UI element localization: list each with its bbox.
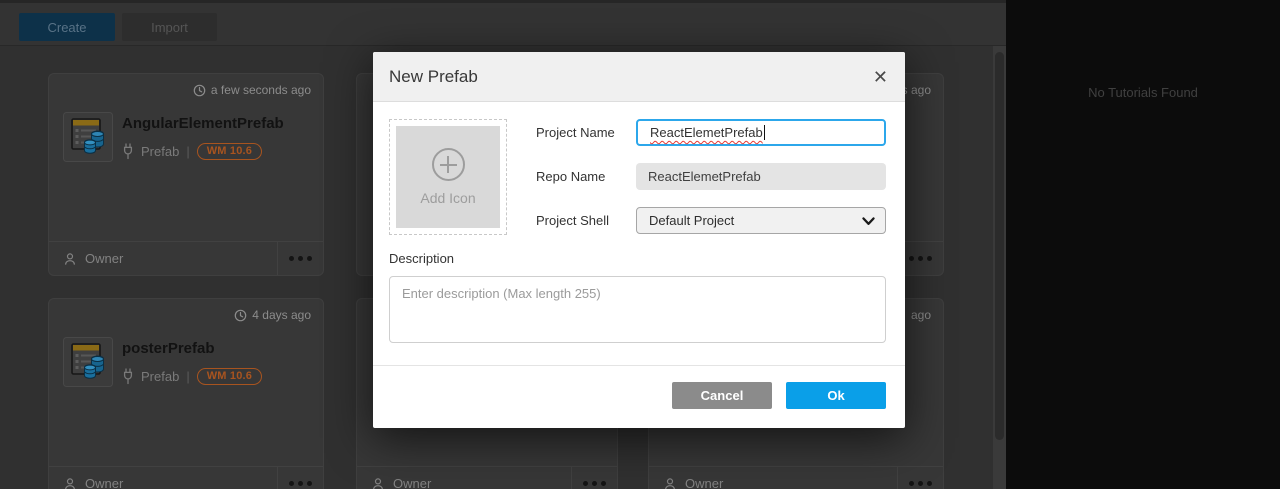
owner-label: Owner	[357, 467, 572, 489]
add-icon-dropzone[interactable]: Add Icon	[389, 119, 507, 235]
card-timestamp: ago	[911, 308, 931, 322]
close-icon[interactable]: ✕	[873, 68, 888, 86]
person-icon	[371, 477, 385, 489]
project-shell-label: Project Shell	[536, 213, 636, 228]
scrollbar-thumb[interactable]	[995, 52, 1004, 440]
more-options-icon[interactable]	[898, 467, 943, 489]
person-icon	[63, 477, 77, 489]
card-title: posterPrefab	[122, 340, 262, 357]
repo-name-value: ReactElemetPrefab	[648, 169, 761, 184]
owner-label: Owner	[649, 467, 898, 489]
timestamp-text: 4 days ago	[252, 308, 311, 322]
new-prefab-dialog: New Prefab ✕ Add Icon Project Name React…	[373, 52, 905, 428]
project-name-label: Project Name	[536, 125, 636, 140]
dialog-title: New Prefab	[389, 67, 478, 87]
prefab-card[interactable]: a few seconds ago AngularElementPrefab P…	[48, 73, 324, 276]
meta-divider: |	[186, 369, 189, 384]
plug-icon	[122, 368, 134, 385]
tutorials-panel: No Tutorials Found	[1006, 0, 1280, 489]
project-name-value: ReactElemetPrefab	[650, 125, 763, 140]
repo-name-input: ReactElemetPrefab	[636, 163, 886, 190]
card-type-label: Prefab	[141, 369, 179, 384]
clock-icon	[234, 309, 247, 322]
plug-icon	[122, 143, 134, 160]
app-window: Create Import a few seconds ago AngularE…	[0, 0, 1280, 489]
version-badge: WM 10.6	[197, 368, 262, 385]
card-type-label: Prefab	[141, 144, 179, 159]
timestamp-text: a few seconds ago	[211, 83, 311, 97]
create-button[interactable]: Create	[19, 13, 115, 41]
meta-divider: |	[186, 144, 189, 159]
project-toolbar: Create Import	[0, 0, 1006, 46]
more-options-icon[interactable]	[278, 242, 323, 275]
project-shell-select[interactable]: Default Project	[636, 207, 886, 234]
repo-name-label: Repo Name	[536, 169, 636, 184]
clock-icon	[193, 84, 206, 97]
more-options-icon[interactable]	[572, 467, 617, 489]
scrollbar-track[interactable]	[993, 46, 1006, 489]
plus-circle-icon	[432, 148, 465, 181]
text-caret	[764, 125, 765, 140]
project-name-input[interactable]: ReactElemetPrefab	[636, 119, 886, 146]
prefab-app-icon	[63, 112, 113, 162]
card-timestamp: s ago	[902, 83, 931, 97]
description-textarea[interactable]: Enter description (Max length 255)	[389, 276, 886, 343]
chevron-down-icon	[862, 217, 875, 226]
timestamp-text: ago	[911, 308, 931, 322]
dialog-header: New Prefab ✕	[373, 52, 905, 102]
description-label: Description	[389, 251, 886, 266]
card-timestamp: a few seconds ago	[193, 83, 311, 97]
prefab-card[interactable]: 4 days ago posterPrefab Prefab | WM 10.6…	[48, 298, 324, 489]
project-shell-value: Default Project	[649, 213, 734, 228]
owner-label: Owner	[49, 467, 278, 489]
import-button[interactable]: Import	[122, 13, 217, 41]
no-tutorials-message: No Tutorials Found	[1006, 85, 1280, 100]
card-timestamp: 4 days ago	[234, 308, 311, 322]
add-icon-label: Add Icon	[420, 190, 475, 206]
more-options-icon[interactable]	[278, 467, 323, 489]
version-badge: WM 10.6	[197, 143, 262, 160]
card-title: AngularElementPrefab	[122, 115, 284, 132]
person-icon	[63, 252, 77, 266]
description-placeholder: Enter description (Max length 255)	[402, 286, 601, 301]
cancel-button[interactable]: Cancel	[672, 382, 772, 409]
ok-button[interactable]: Ok	[786, 382, 886, 409]
prefab-app-icon	[63, 337, 113, 387]
person-icon	[663, 477, 677, 489]
owner-label: Owner	[49, 242, 278, 275]
timestamp-text: s ago	[902, 83, 931, 97]
